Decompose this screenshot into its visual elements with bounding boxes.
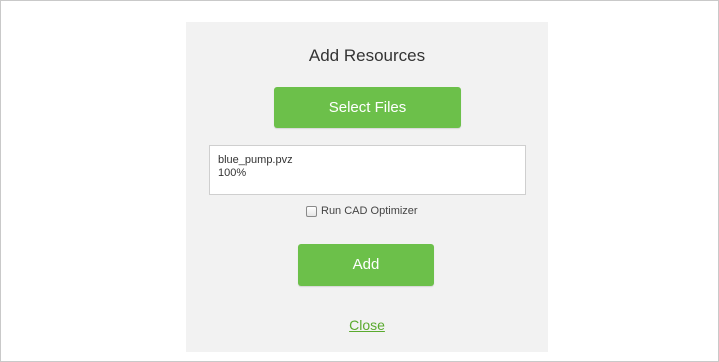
page-frame: Add Resources Select Files blue_pump.pvz… (0, 0, 719, 362)
cad-optimizer-checkbox[interactable] (306, 205, 317, 217)
file-list: blue_pump.pvz 100% (209, 145, 526, 195)
upload-progress: 100% (218, 167, 247, 179)
add-resources-dialog: Add Resources Select Files blue_pump.pvz… (186, 22, 548, 352)
cad-optimizer-label: Run CAD Optimizer (321, 205, 418, 217)
dialog-title: Add Resources (308, 46, 426, 65)
add-button[interactable]: Add (298, 244, 434, 286)
cad-optimizer-option[interactable]: Run CAD Optimizer (306, 203, 418, 219)
close-link[interactable]: Close (186, 317, 548, 333)
file-name: blue_pump.pvz (218, 154, 293, 166)
select-files-button[interactable]: Select Files (274, 87, 461, 128)
